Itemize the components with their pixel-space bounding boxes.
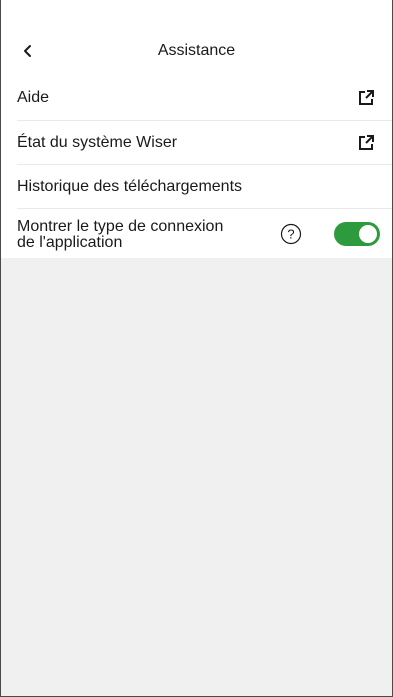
connection-type-label-line1: Montrer le type de connexion [17,217,224,235]
toggle-knob [359,224,377,243]
svg-text:?: ? [287,226,294,241]
menu-item-etat-systeme[interactable]: État du système Wiser [17,120,392,164]
header: Assistance [1,0,392,76]
connection-type-toggle[interactable] [334,221,380,246]
connection-type-label-line2: de l'application [17,233,123,251]
menu-item-label: Aide [17,89,50,106]
external-link-icon [356,88,376,108]
connection-type-row: Montrer le type de connexion de l'applic… [17,208,392,258]
menu-item-label: État du système Wiser [17,133,178,151]
page-title: Assistance [157,42,236,59]
connection-type-label: Montrer le type de connexion de l'applic… [17,217,280,251]
screen: Assistance Aide État du système Wiser Hi… [0,0,393,697]
menu-item-historique[interactable]: Historique des téléchargements [17,164,392,208]
external-link-icon [356,133,376,153]
menu-item-label: Historique des téléchargements [17,177,243,195]
assistance-menu: Aide État du système Wiser Historique de… [1,76,392,258]
question-circle-icon[interactable]: ? [280,223,302,245]
menu-item-aide[interactable]: Aide [1,76,392,120]
